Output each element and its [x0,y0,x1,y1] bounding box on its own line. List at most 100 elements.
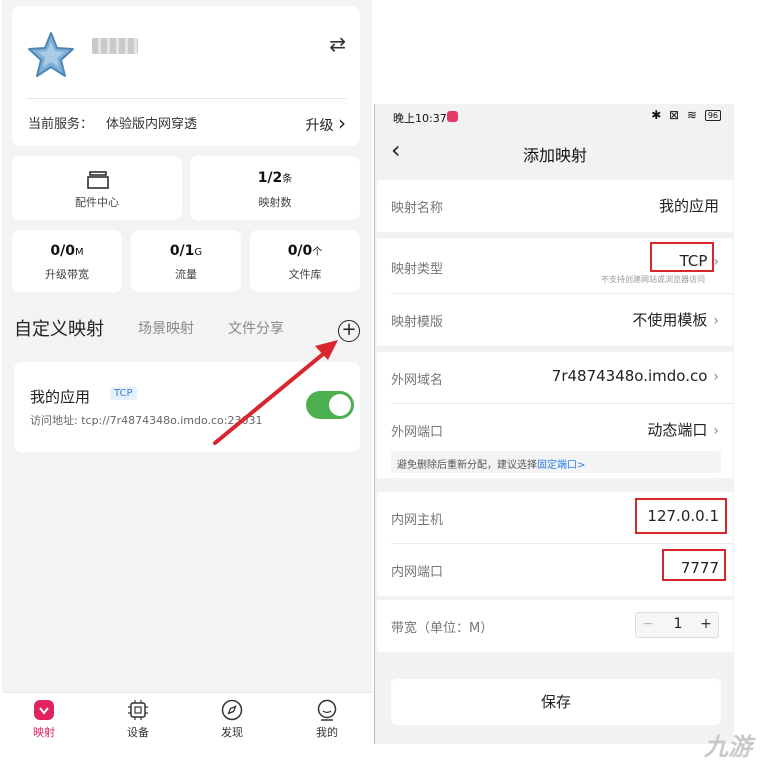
notification-icon [447,111,458,122]
field-value: 我的应用 [658,197,719,215]
divider [26,98,346,99]
field-label: 内网主机 [391,513,444,528]
username-blurred [92,38,138,54]
profile-icon [317,699,337,721]
stat-label: 升级带宽 [45,268,89,281]
plus-button[interactable]: + [694,616,718,632]
highlight-box-port [662,549,726,581]
plus-icon: + [341,319,357,340]
stat-number: 0/1 [169,243,195,259]
profile-card: ⇄ 当前服务： 体验版内网穿透 升级 › [12,6,360,146]
avatar-star-icon[interactable] [26,30,76,80]
screenshot-root: ⇄ 当前服务： 体验版内网穿透 升级 › 配件中心 1/2条 映射数 0/0M … [0,0,760,768]
field-label: 外网端口 [391,425,444,440]
minus-button[interactable]: − [636,616,660,632]
service-value: 体验版内网穿透 [106,117,198,132]
mapping-name-field[interactable]: 映射名称 我的应用 [377,180,733,232]
stat-unit: M [74,247,84,258]
status-icons: ✱ ⊠ ≋ 96 [651,108,721,122]
save-button[interactable]: 保存 [391,679,721,725]
external-domain-field[interactable]: 外网域名 7r4874348o.imdo.co › [377,352,733,404]
stepper-value[interactable]: 1 [664,616,692,632]
nav-discover[interactable]: 发现 [202,699,262,740]
mapping-card[interactable]: 我的应用 TCP 访问地址: tcp://7r4874348o.imdo.co:… [14,362,360,452]
stat-value: 0/0M [12,243,122,259]
upgrade-button[interactable]: 升级 › [306,111,346,135]
field-value: 动态端口 › [647,419,719,440]
field-label: 映射模版 [391,315,444,330]
bandwidth-stat[interactable]: 0/0M 升级带宽 [12,230,122,292]
add-mapping-button[interactable]: + [338,320,360,342]
stat-number: 0/0 [50,243,75,259]
stat-unit: G [194,247,203,258]
header: ‹ 添加映射 [375,130,734,176]
hint-text: 避免删除后重新分配，建议选择 [397,460,537,471]
field-label: 外网域名 [391,373,444,388]
chevron-right-icon: › [713,313,719,329]
chevron-right-icon: › [713,369,719,385]
field-label: 带宽（单位：M） [391,621,494,636]
tab-file-share[interactable]: 文件分享 [228,318,284,338]
mapping-template-field[interactable]: 映射模版 不使用模板 › [377,294,733,346]
stat-label: 流量 [175,268,197,281]
field-label: 映射名称 [391,201,444,216]
field-label: 映射类型 [391,262,444,277]
nav-mapping[interactable]: 映射 [14,699,74,740]
service-label: 当前服务： [28,117,94,132]
chevron-right-icon: › [338,111,346,135]
traffic-stat[interactable]: 0/1G 流量 [131,230,241,292]
tab-custom-mapping[interactable]: 自定义映射 [14,315,104,341]
mapping-count-stat[interactable]: 1/2条 映射数 [190,156,360,220]
nav-label: 映射 [33,726,55,739]
stat-unit: 个 [312,247,323,258]
stat-label: 文件库 [288,268,322,281]
field-value: 不使用模板 › [632,309,719,330]
field-label: 内网端口 [391,565,444,580]
highlight-box-type [650,242,714,272]
file-library-stat[interactable]: 0/0个 文件库 [250,230,360,292]
mapping-icon [34,700,54,720]
nav-device[interactable]: 设备 [108,699,168,740]
toggle-knob [329,394,351,416]
bandwidth-stepper: − 1 + [635,612,719,638]
right-app-screen: 晚上10:37 ✱ ⊠ ≋ 96 ‹ 添加映射 映射名称 我的应用 映射类型 T… [374,104,734,744]
chevron-right-icon: › [713,423,719,439]
field-subtext: 不支持创建网站或浏览器访问 [601,275,705,284]
stat-unit: 条 [282,174,293,185]
port-value: 动态端口 [647,421,708,439]
protocol-badge: TCP [110,387,137,400]
stat-value: 0/1G [131,243,241,259]
accessory-center-button[interactable]: 配件中心 [12,156,182,220]
stat-value: 1/2条 [190,170,360,186]
bottom-nav: 映射 设备 发现 我的 [2,692,372,744]
status-time: 晚上10:37 [393,112,447,125]
battery-icon: 96 [704,110,721,121]
port-hint: 避免删除后重新分配，建议选择固定端口> [391,451,721,473]
highlight-box-host [635,498,727,534]
mapping-toggle[interactable] [306,391,354,419]
nav-label: 发现 [221,726,243,739]
left-app-screen: ⇄ 当前服务： 体验版内网穿透 升级 › 配件中心 1/2条 映射数 0/0M … [2,0,372,744]
template-value: 不使用模板 [632,311,708,329]
nav-label: 我的 [316,726,338,739]
stat-label: 映射数 [258,196,292,209]
device-icon [128,700,148,720]
tab-scene-mapping[interactable]: 场景映射 [138,318,194,338]
field-value: 7r4874348o.imdo.co › [552,367,719,385]
chevron-right-icon: › [713,254,719,270]
nav-label: 设备 [127,726,149,739]
mapping-address: 访问地址: tcp://7r4874348o.imdo.co:23031 [30,414,263,427]
bluetooth-wifi-icons: ✱ ⊠ ≋ [651,108,699,122]
swap-icon[interactable]: ⇄ [329,32,346,56]
page-title: 添加映射 [522,146,587,165]
upgrade-label: 升级 [305,118,334,134]
nav-profile[interactable]: 我的 [297,699,357,740]
mapping-tabs: 自定义映射 场景映射 文件分享 [14,318,364,348]
box-icon [87,171,109,189]
mapping-name: 我的应用 [30,388,91,406]
stat-number: 1/2 [257,170,283,186]
status-bar: 晚上10:37 ✱ ⊠ ≋ 96 [375,104,734,130]
stat-label: 配件中心 [75,196,119,209]
fixed-port-link[interactable]: 固定端口> [537,460,585,471]
watermark-logo: 九游 [704,733,752,761]
